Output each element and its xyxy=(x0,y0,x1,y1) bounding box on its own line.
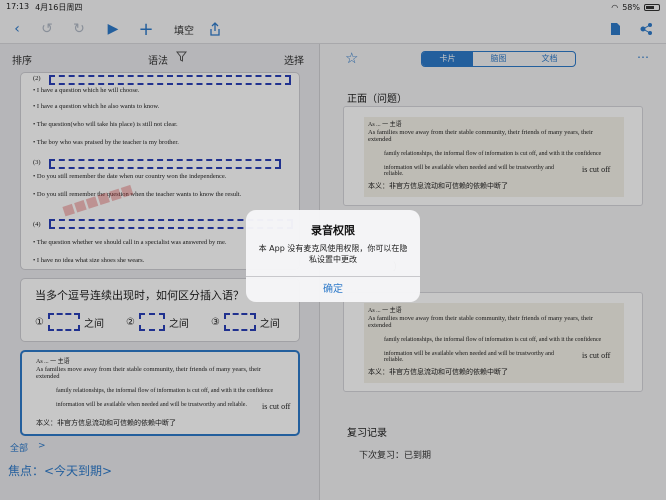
alert-title: 录音权限 xyxy=(311,224,355,237)
permission-alert: 录音权限 本 App 没有麦克风使用权限，你可以在隐私设置中更改 确定 xyxy=(246,210,420,302)
alert-ok-button[interactable]: 确定 xyxy=(246,277,420,302)
alert-message: 本 App 没有麦克风使用权限，你可以在隐私设置中更改 xyxy=(258,244,408,264)
